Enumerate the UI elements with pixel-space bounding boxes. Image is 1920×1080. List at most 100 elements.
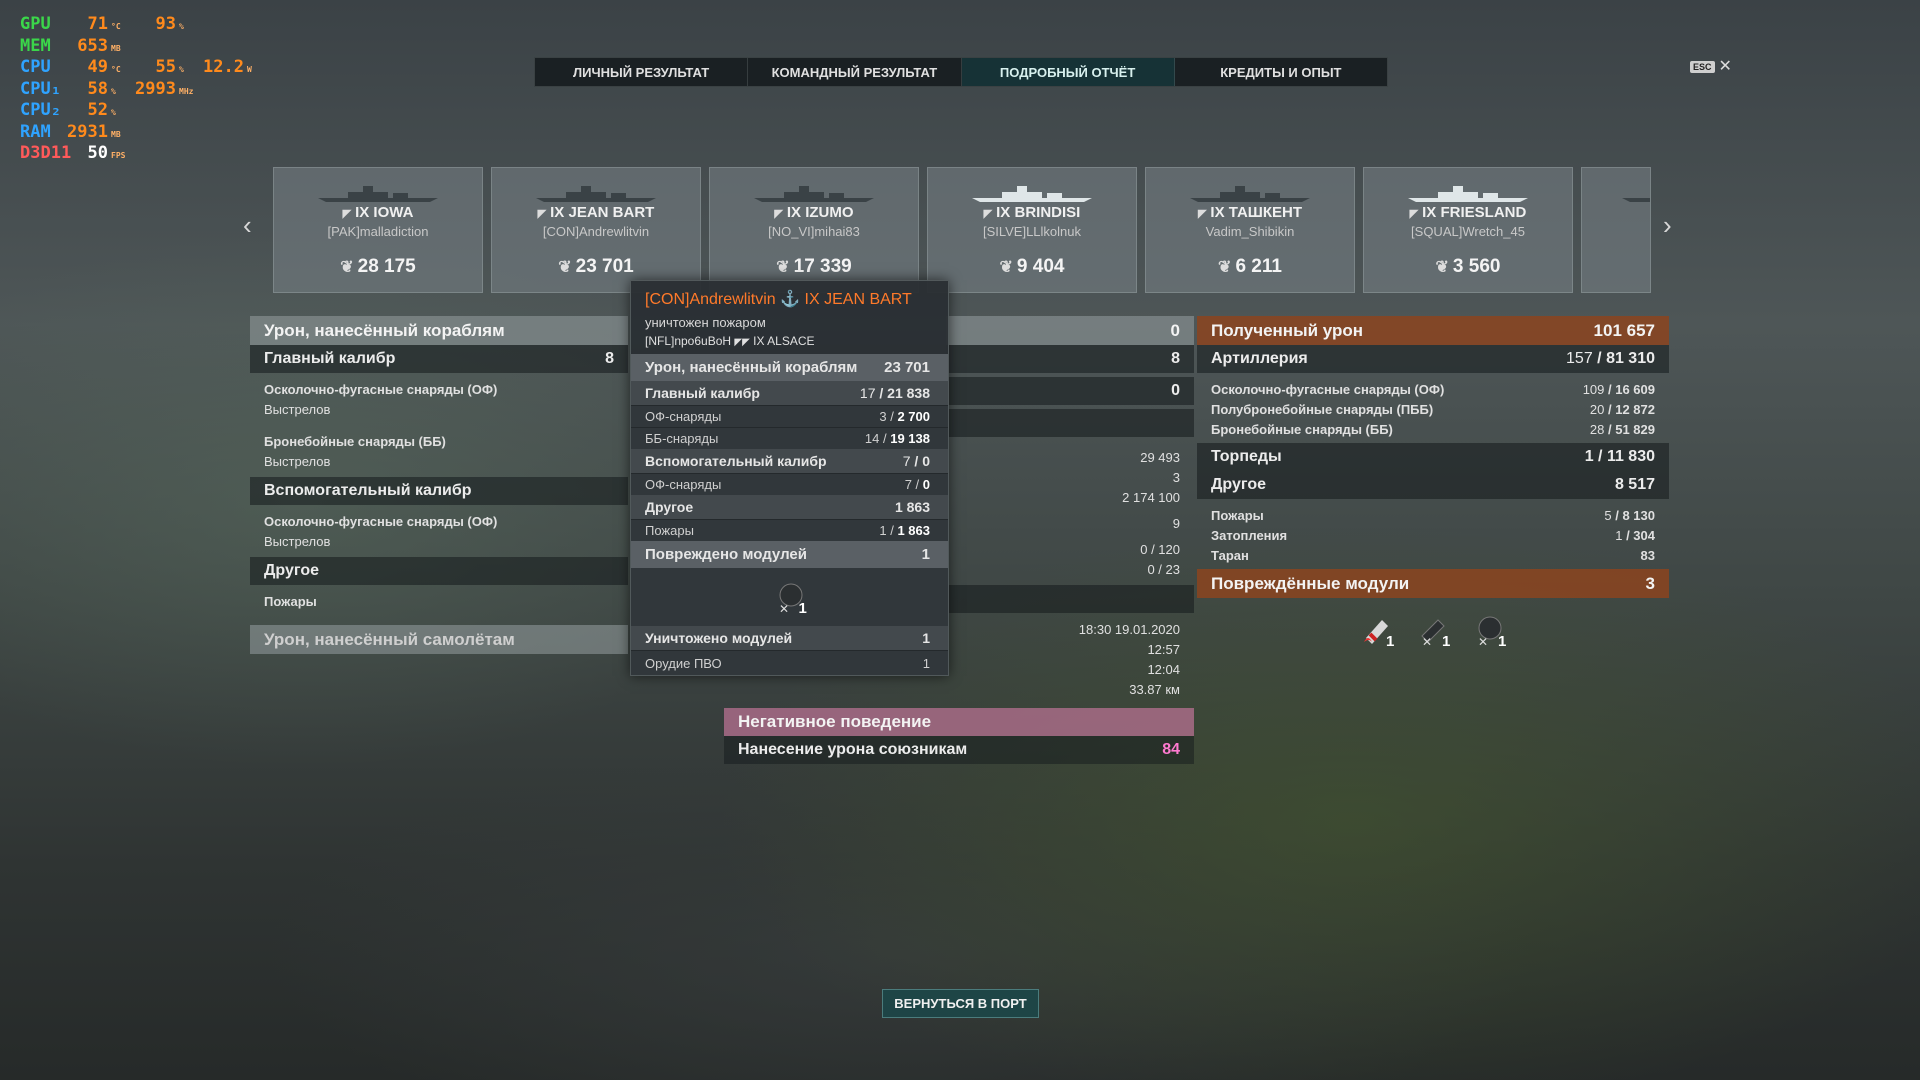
received-detail-row: Таран 83 <box>1211 547 1655 563</box>
received-detail-row: Затопления 1 / 304 <box>1211 527 1655 543</box>
negative-behavior-header: Негативное поведение <box>724 708 1194 736</box>
ship-class-icon: ◤ <box>983 208 993 220</box>
damage-received-panel: Полученный урон 101 657 Артиллерия 157 / 8… <box>1197 316 1669 650</box>
svg-text:✕: ✕ <box>1478 635 1488 648</box>
negative-behavior-panel: Негативное поведение Нанесение урона сою… <box>724 708 1194 764</box>
ship-score: ❦ 6 211 <box>1218 256 1282 277</box>
damaged-modules-icons: 1 ✕ 1 ✕ 1 <box>1197 598 1669 650</box>
laurel-icon: ❦ <box>558 259 572 276</box>
shots-row: Выстрелов <box>264 533 331 549</box>
ship-silhouette-icon <box>318 186 438 202</box>
tooltip-player-name: [CON]Andrewlitvin <box>645 291 776 308</box>
overlay-value: 93 <box>155 14 176 34</box>
ap-shells-row: Бронебойные снаряды (ББ) <box>264 433 446 449</box>
received-damage-header: Полученный урон 101 657 <box>1197 316 1669 345</box>
ship-silhouette-icon <box>536 186 656 202</box>
tab-detailed-report[interactable]: ПОДРОБНЫЙ ОТЧЁТ <box>961 58 1175 86</box>
received-detail-row: Полубронебойные снаряды (ПББ) 20 / 12 872 <box>1211 401 1655 417</box>
team-damage-row: Нанесение урона союзникам 84 <box>724 736 1194 764</box>
ship-score: ❦ 3 560 <box>1435 256 1501 277</box>
aa-gun-module-icon: ✕ 1 <box>773 579 807 617</box>
fires-row: Пожары <box>264 593 317 609</box>
tab-personal-result[interactable]: ЛИЧНЫЙ РЕЗУЛЬТАТ <box>535 58 749 86</box>
overlay-value: 653 <box>77 35 108 56</box>
other-row: Другое <box>250 557 628 585</box>
ship-name: ◤ IX IZUMO <box>774 204 854 221</box>
ship-card[interactable]: ◤ IX IOWA [PAK]malladiction ❦ 28 175 <box>273 167 483 293</box>
overlay-value: 52 <box>87 100 108 120</box>
gun-module-icon[interactable]: ✕ 1 <box>1416 612 1450 650</box>
ship-class-icon: ◤ <box>342 208 352 220</box>
ship-silhouette-icon <box>754 186 874 202</box>
ship-silhouette-icon <box>1190 186 1310 202</box>
aa-gun-module-icon[interactable]: ✕ 1 <box>1472 612 1506 650</box>
ship-class-icon: ◤ <box>1409 208 1419 220</box>
ship-silhouette-icon <box>972 186 1092 202</box>
ship-name: ◤ IX ТАШКЕНТ <box>1197 204 1303 221</box>
received-detail-row: Осколочно-фугасные снаряды (ОФ) 109 / 16 … <box>1211 381 1655 397</box>
tooltip-destroyed-modules: Уничтожено модулей 1 <box>631 626 948 650</box>
close-icon: ✕ <box>1718 58 1732 75</box>
overlay-value: 2931 <box>67 121 108 142</box>
overlay-value: 2993 <box>135 78 176 99</box>
laurel-icon: ❦ <box>1218 259 1232 276</box>
artillery-row: Артиллерия 157 / 81 310 <box>1197 345 1669 373</box>
ship-name: ◤ IX FRIESLAND <box>1409 204 1527 221</box>
tooltip-damaged-modules: Повреждено модулей 1 <box>631 541 948 568</box>
player-name: [NO_VI]mihai83 <box>768 224 860 239</box>
scroll-left-arrow[interactable]: ‹ <box>243 210 252 241</box>
ship-card-partial[interactable] <box>1581 167 1651 293</box>
overlay-value: 50 <box>87 143 108 163</box>
damage-ships-header: Урон, нанесённый кораблям <box>250 316 628 345</box>
overlay-value: 71 <box>87 14 108 34</box>
secondary-he-row: Осколочно-фугасные снаряды (ОФ) <box>264 513 498 529</box>
ship-card[interactable]: ◤ IX FRIESLAND [SQUAL]Wretch_45 ❦ 3 560 <box>1363 167 1573 293</box>
close-button[interactable]: ESC ✕ <box>1690 58 1732 75</box>
esc-key-icon: ESC <box>1690 61 1715 73</box>
tooltip-main-caliber: Главный калибр 17 / 21 838 <box>631 381 948 405</box>
tooltip-secondary-caliber: Вспомогательный калибр 7 / 0 <box>631 449 948 473</box>
ship-name: ◤ IX JEAN BART <box>537 204 655 221</box>
ship-silhouette-icon <box>1408 186 1528 202</box>
ship-class-icon: ⚓ <box>780 291 801 308</box>
ship-name: ◤ IX IOWA <box>342 204 414 221</box>
ship-name: ◤ IX BRINDISI <box>983 204 1081 221</box>
return-to-port-button[interactable]: ВЕРНУТЬСЯ В ПОРТ <box>882 989 1039 1018</box>
laurel-icon: ❦ <box>340 259 354 276</box>
ship-score: ❦ 23 701 <box>558 256 634 277</box>
damage-dealt-panel: Урон, нанесённый кораблям Главный калибр… <box>250 316 628 654</box>
ship-card[interactable]: ◤ IX JEAN BART [CON]Andrewlitvin ❦ 23 701 <box>491 167 701 293</box>
results-tabs: ЛИЧНЫЙ РЕЗУЛЬТАТ КОМАНДНЫЙ РЕЗУЛЬТАТ ПОД… <box>534 57 1388 87</box>
tooltip-ship-name: IX JEAN BART <box>804 291 912 308</box>
tab-team-result[interactable]: КОМАНДНЫЙ РЕЗУЛЬТАТ <box>748 58 962 86</box>
svg-text:✕: ✕ <box>779 602 789 615</box>
shots-row: Выстрелов <box>264 453 331 469</box>
torpedoes-row: Торпеды 1 / 11 830 <box>1197 443 1669 471</box>
ship-card[interactable]: ◤ IX ТАШКЕНТ Vadim_Shibikin ❦ 6 211 <box>1145 167 1355 293</box>
secondary-caliber-row: Вспомогательный калибр <box>250 477 628 505</box>
ship-class-icon: ◤ <box>1197 208 1207 220</box>
ship-silhouette-icon <box>1622 198 1650 202</box>
scroll-right-arrow[interactable]: › <box>1663 210 1672 241</box>
laurel-icon: ❦ <box>776 259 790 276</box>
damage-planes-header: Урон, нанесённый самолётам <box>250 625 628 654</box>
ship-class-icon: ◤ <box>774 208 783 220</box>
tooltip-other: Другое 1 863 <box>631 495 948 519</box>
shots-row: Выстрелов <box>264 401 331 417</box>
middle-stats-panel: 0 8 0 29 493 3 2 174 100 9 0 / 120 0 / 2… <box>946 316 1194 699</box>
ship-score: ❦ 28 175 <box>340 256 416 277</box>
received-detail-row: Пожары 5 / 8 130 <box>1211 507 1655 523</box>
engine-fire-icon[interactable]: 1 <box>1360 612 1394 650</box>
killer-ship-name: IX ALSACE <box>753 334 815 348</box>
player-name: [SILVE]LLlkolnuk <box>982 224 1082 239</box>
main-caliber-row: Главный калибр 8 <box>250 345 628 373</box>
overlay-value: 58 <box>87 78 108 99</box>
ship-score: ❦ 9 404 <box>999 256 1065 277</box>
ship-card[interactable]: ◤ IX IZUMO [NO_VI]mihai83 ❦ 17 339 <box>709 167 919 293</box>
overlay-value: 12.2 <box>203 57 244 77</box>
overlay-value: 55 <box>155 57 176 77</box>
received-detail-row: Бронебойные снаряды (ББ) 28 / 51 829 <box>1211 421 1655 437</box>
ship-card[interactable]: ◤ IX BRINDISI [SILVE]LLlkolnuk ❦ 9 404 <box>927 167 1137 293</box>
player-name: Vadim_Shibikin <box>1205 224 1295 239</box>
tab-credits-xp[interactable]: КРЕДИТЫ И ОПЫТ <box>1175 58 1387 86</box>
